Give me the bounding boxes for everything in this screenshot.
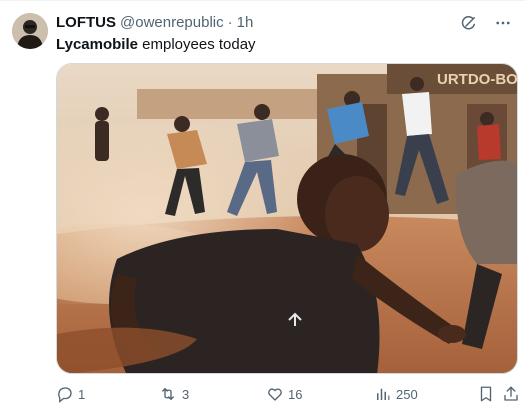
tweet-media-image[interactable]: URTDO-BO: [56, 63, 518, 374]
retweet-icon: [158, 385, 178, 403]
views-count: 250: [396, 386, 418, 402]
tweet[interactable]: LOFTUS @owenrepublic · 1h Lycamobile emp…: [0, 0, 525, 413]
tweet-actions: 1 3 16 250: [56, 383, 518, 405]
timestamp[interactable]: 1h: [237, 13, 254, 33]
bookmark-icon: [477, 385, 495, 403]
share-button[interactable]: [502, 385, 520, 403]
share-icon: [502, 385, 520, 403]
retweet-button[interactable]: 3: [158, 385, 189, 403]
like-count: 16: [288, 386, 303, 402]
more-icon[interactable]: [493, 13, 513, 33]
views-icon: [374, 385, 392, 403]
tweet-text-rest: employees today: [137, 36, 256, 53]
separator-dot: ·: [227, 14, 233, 31]
like-button[interactable]: 16: [266, 385, 302, 403]
avatar[interactable]: [12, 13, 48, 49]
views-button[interactable]: 250: [374, 385, 418, 403]
reply-count: 1: [78, 386, 86, 402]
heart-icon: [266, 385, 284, 403]
bookmark-button[interactable]: [477, 385, 495, 403]
grok-icon[interactable]: [459, 13, 479, 33]
user-handle[interactable]: @owenrepublic: [120, 13, 224, 33]
tweet-text-bold: Lycamobile: [56, 36, 138, 53]
tweet-header: LOFTUS @owenrepublic · 1h: [56, 13, 513, 33]
tweet-text: Lycamobile employees today: [56, 35, 513, 55]
retweet-count: 3: [182, 386, 190, 402]
display-name[interactable]: LOFTUS: [56, 13, 116, 33]
sign-text: URTDO-BO: [437, 71, 518, 88]
reply-icon: [56, 385, 74, 403]
reply-button[interactable]: 1: [56, 385, 85, 403]
